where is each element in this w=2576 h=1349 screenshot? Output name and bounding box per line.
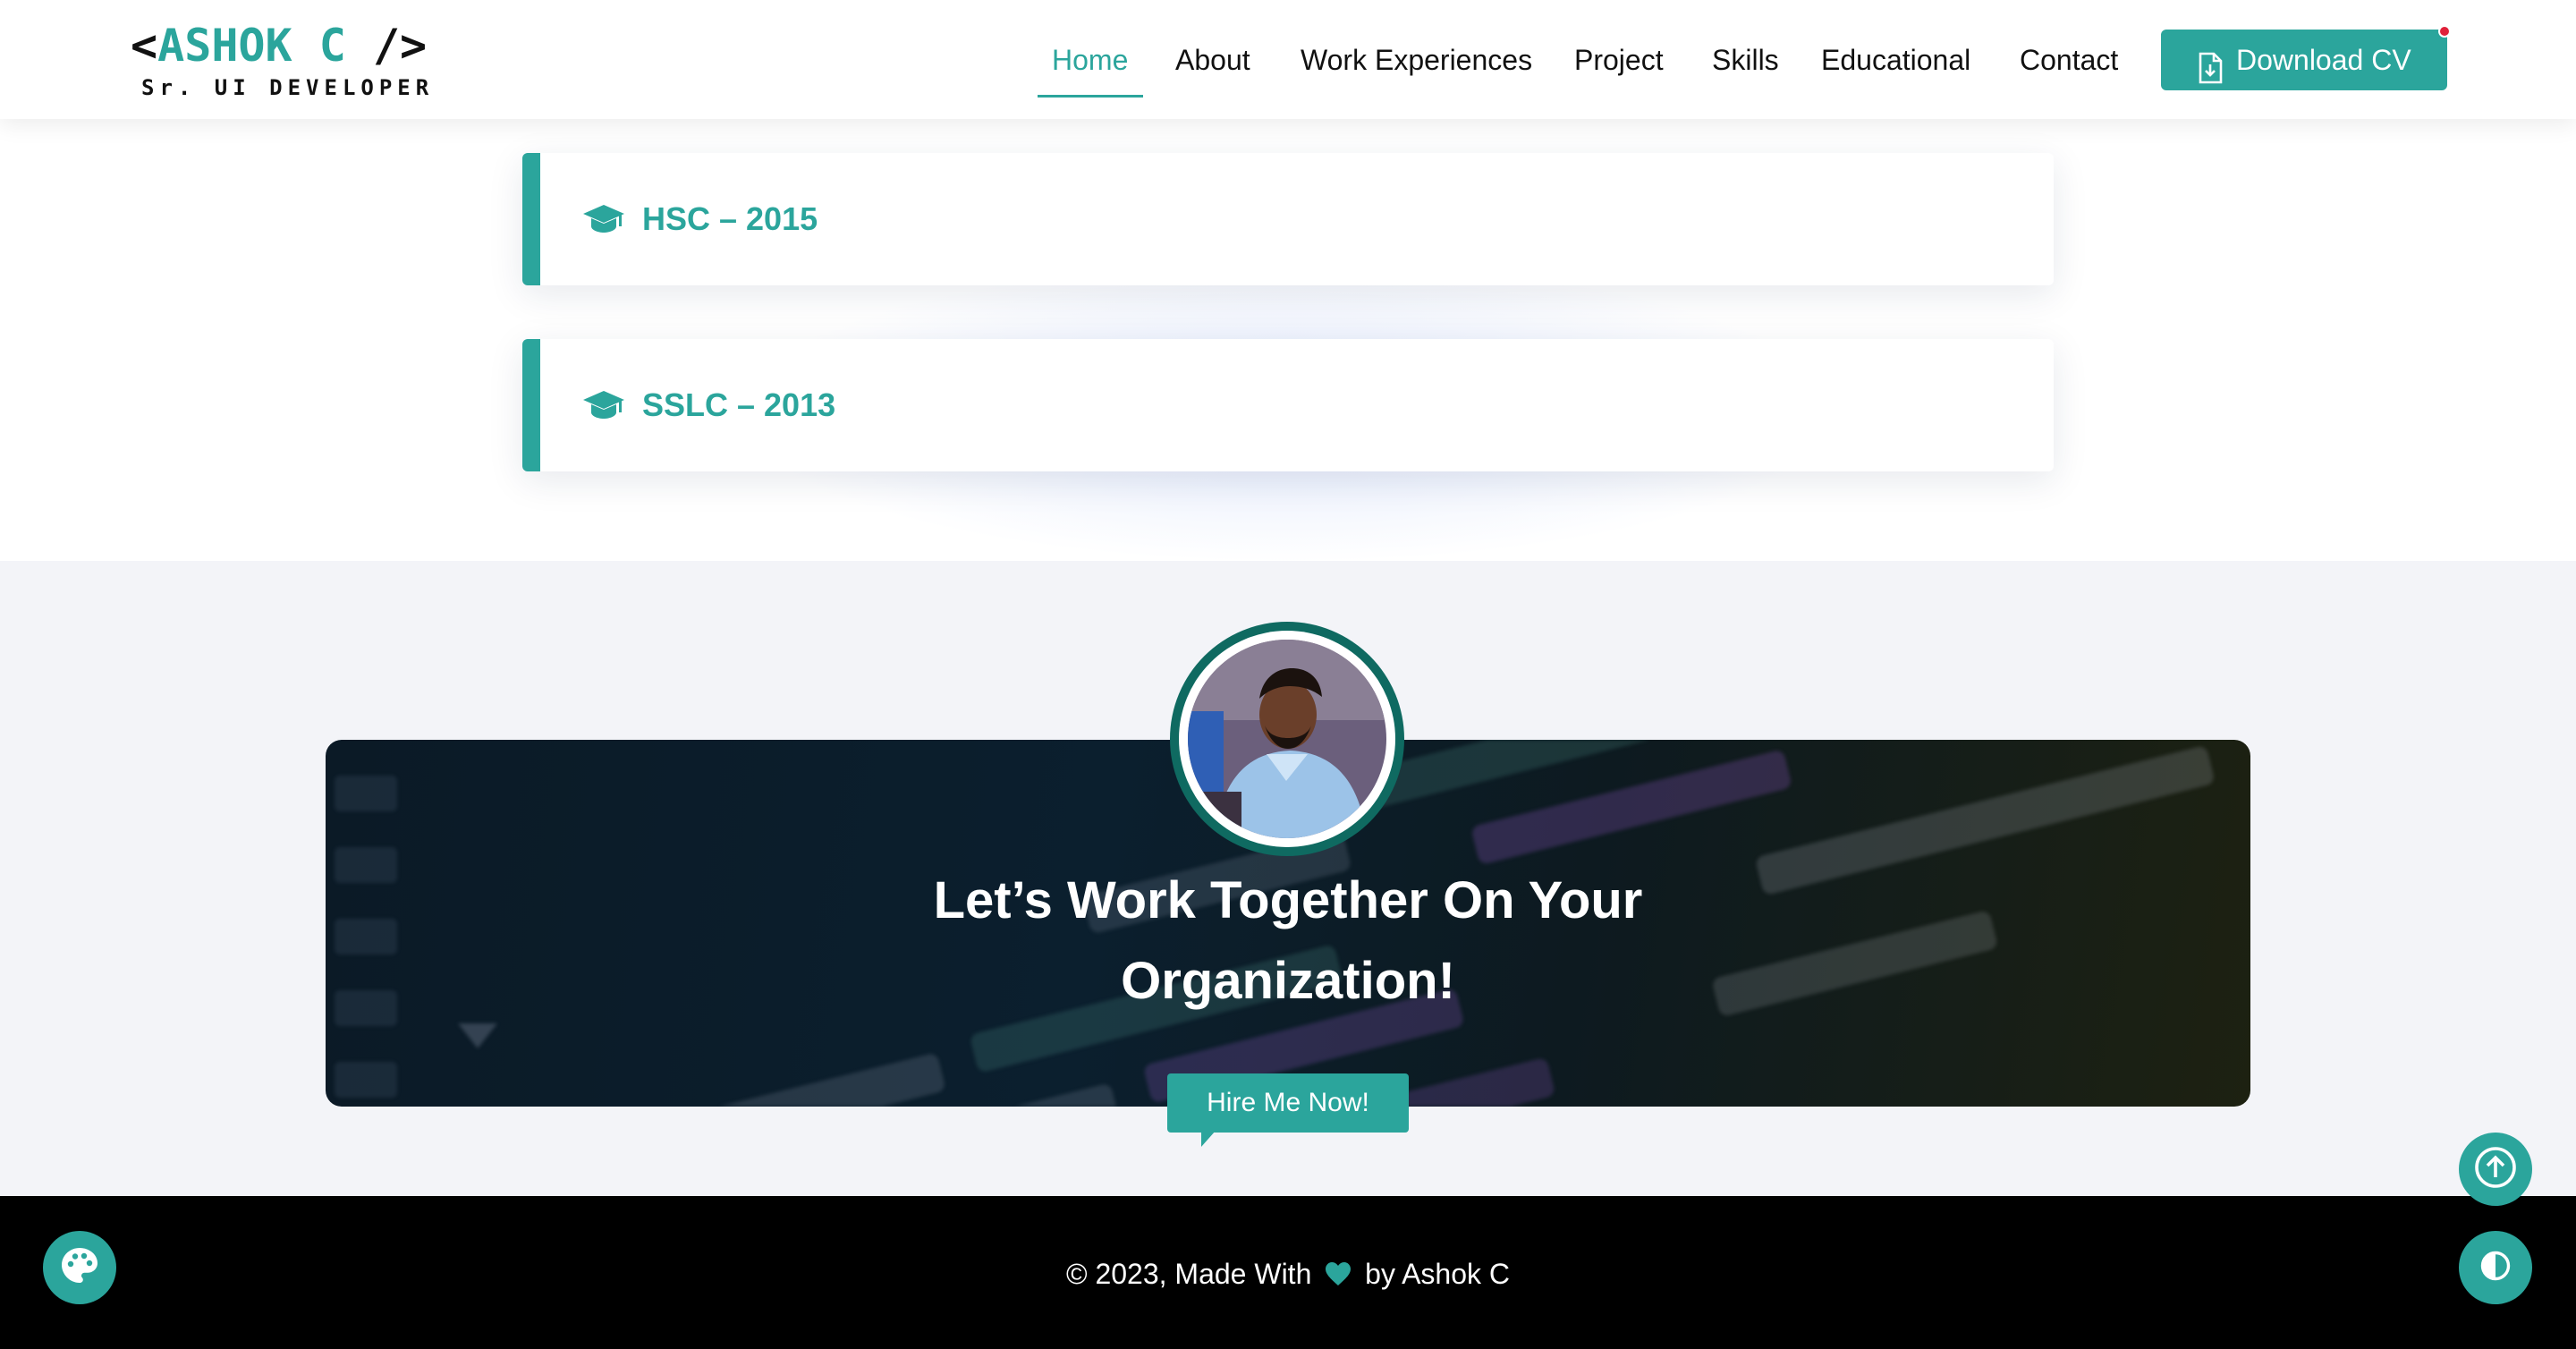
cta-heading: Let’s Work Together On Your Organization…	[784, 861, 1792, 1022]
logo-name: ASHOK C	[157, 20, 346, 72]
hire-button-tail	[1201, 1131, 1216, 1147]
logo-wordmark: <ASHOK C />	[131, 20, 427, 72]
logo[interactable]: <ASHOK C /> Sr. UI DEVELOPER	[131, 20, 428, 106]
nav-about[interactable]: About	[1175, 36, 1250, 84]
logo-tagline: Sr. UI DEVELOPER	[141, 75, 435, 100]
graduation-cap-icon	[583, 205, 624, 237]
footer-credit: © 2023, Made With by Ashok C	[0, 1252, 2576, 1298]
theme-palette-button[interactable]	[43, 1231, 116, 1304]
footer-text-before: © 2023, Made With	[1065, 1258, 1312, 1290]
notification-dot	[2438, 25, 2451, 38]
contrast-icon	[2480, 1251, 2511, 1285]
logo-open-bracket: <	[131, 20, 158, 72]
arrow-up-circle-icon	[2473, 1145, 2518, 1193]
nav-project[interactable]: Project	[1574, 36, 1664, 84]
nav-work-experiences[interactable]: Work Experiences	[1301, 36, 1532, 84]
nav-educational[interactable]: Educational	[1821, 36, 1970, 84]
cta-heading-line-1: Let’s Work Together On Your	[933, 871, 1643, 929]
education-card-accent-bar	[522, 339, 540, 471]
graduation-cap-icon	[583, 391, 624, 423]
nav-home[interactable]: Home	[1052, 36, 1128, 84]
nav-contact[interactable]: Contact	[2020, 36, 2118, 84]
palette-icon	[59, 1245, 100, 1290]
education-card-accent-bar	[522, 153, 540, 285]
profile-photo	[1179, 631, 1395, 847]
cta-heading-line-2: Organization!	[1121, 952, 1455, 1010]
footer-text-after: by Ashok C	[1365, 1258, 1510, 1290]
education-title: HSC – 2015	[642, 200, 818, 237]
avatar	[1170, 622, 1404, 856]
nav-active-indicator	[1038, 95, 1143, 98]
education-card-sslc[interactable]: SSLC – 2013	[522, 339, 2054, 471]
education-title: SSLC – 2013	[642, 386, 836, 423]
download-cv-label: Download CV	[2236, 44, 2411, 76]
education-card-hsc[interactable]: HSC – 2015	[522, 153, 2054, 285]
nav-skills[interactable]: Skills	[1712, 36, 1779, 84]
logo-close-bracket: />	[372, 20, 428, 72]
site-header: <ASHOK C /> Sr. UI DEVELOPER Home About …	[0, 0, 2576, 119]
heart-icon	[1325, 1255, 1352, 1298]
download-cv-button[interactable]: Download CV	[2161, 30, 2447, 90]
file-download-icon	[2197, 44, 2224, 105]
scroll-to-top-button[interactable]	[2459, 1133, 2532, 1206]
dark-mode-toggle[interactable]	[2459, 1231, 2532, 1304]
hire-me-button[interactable]: Hire Me Now!	[1167, 1073, 1409, 1133]
